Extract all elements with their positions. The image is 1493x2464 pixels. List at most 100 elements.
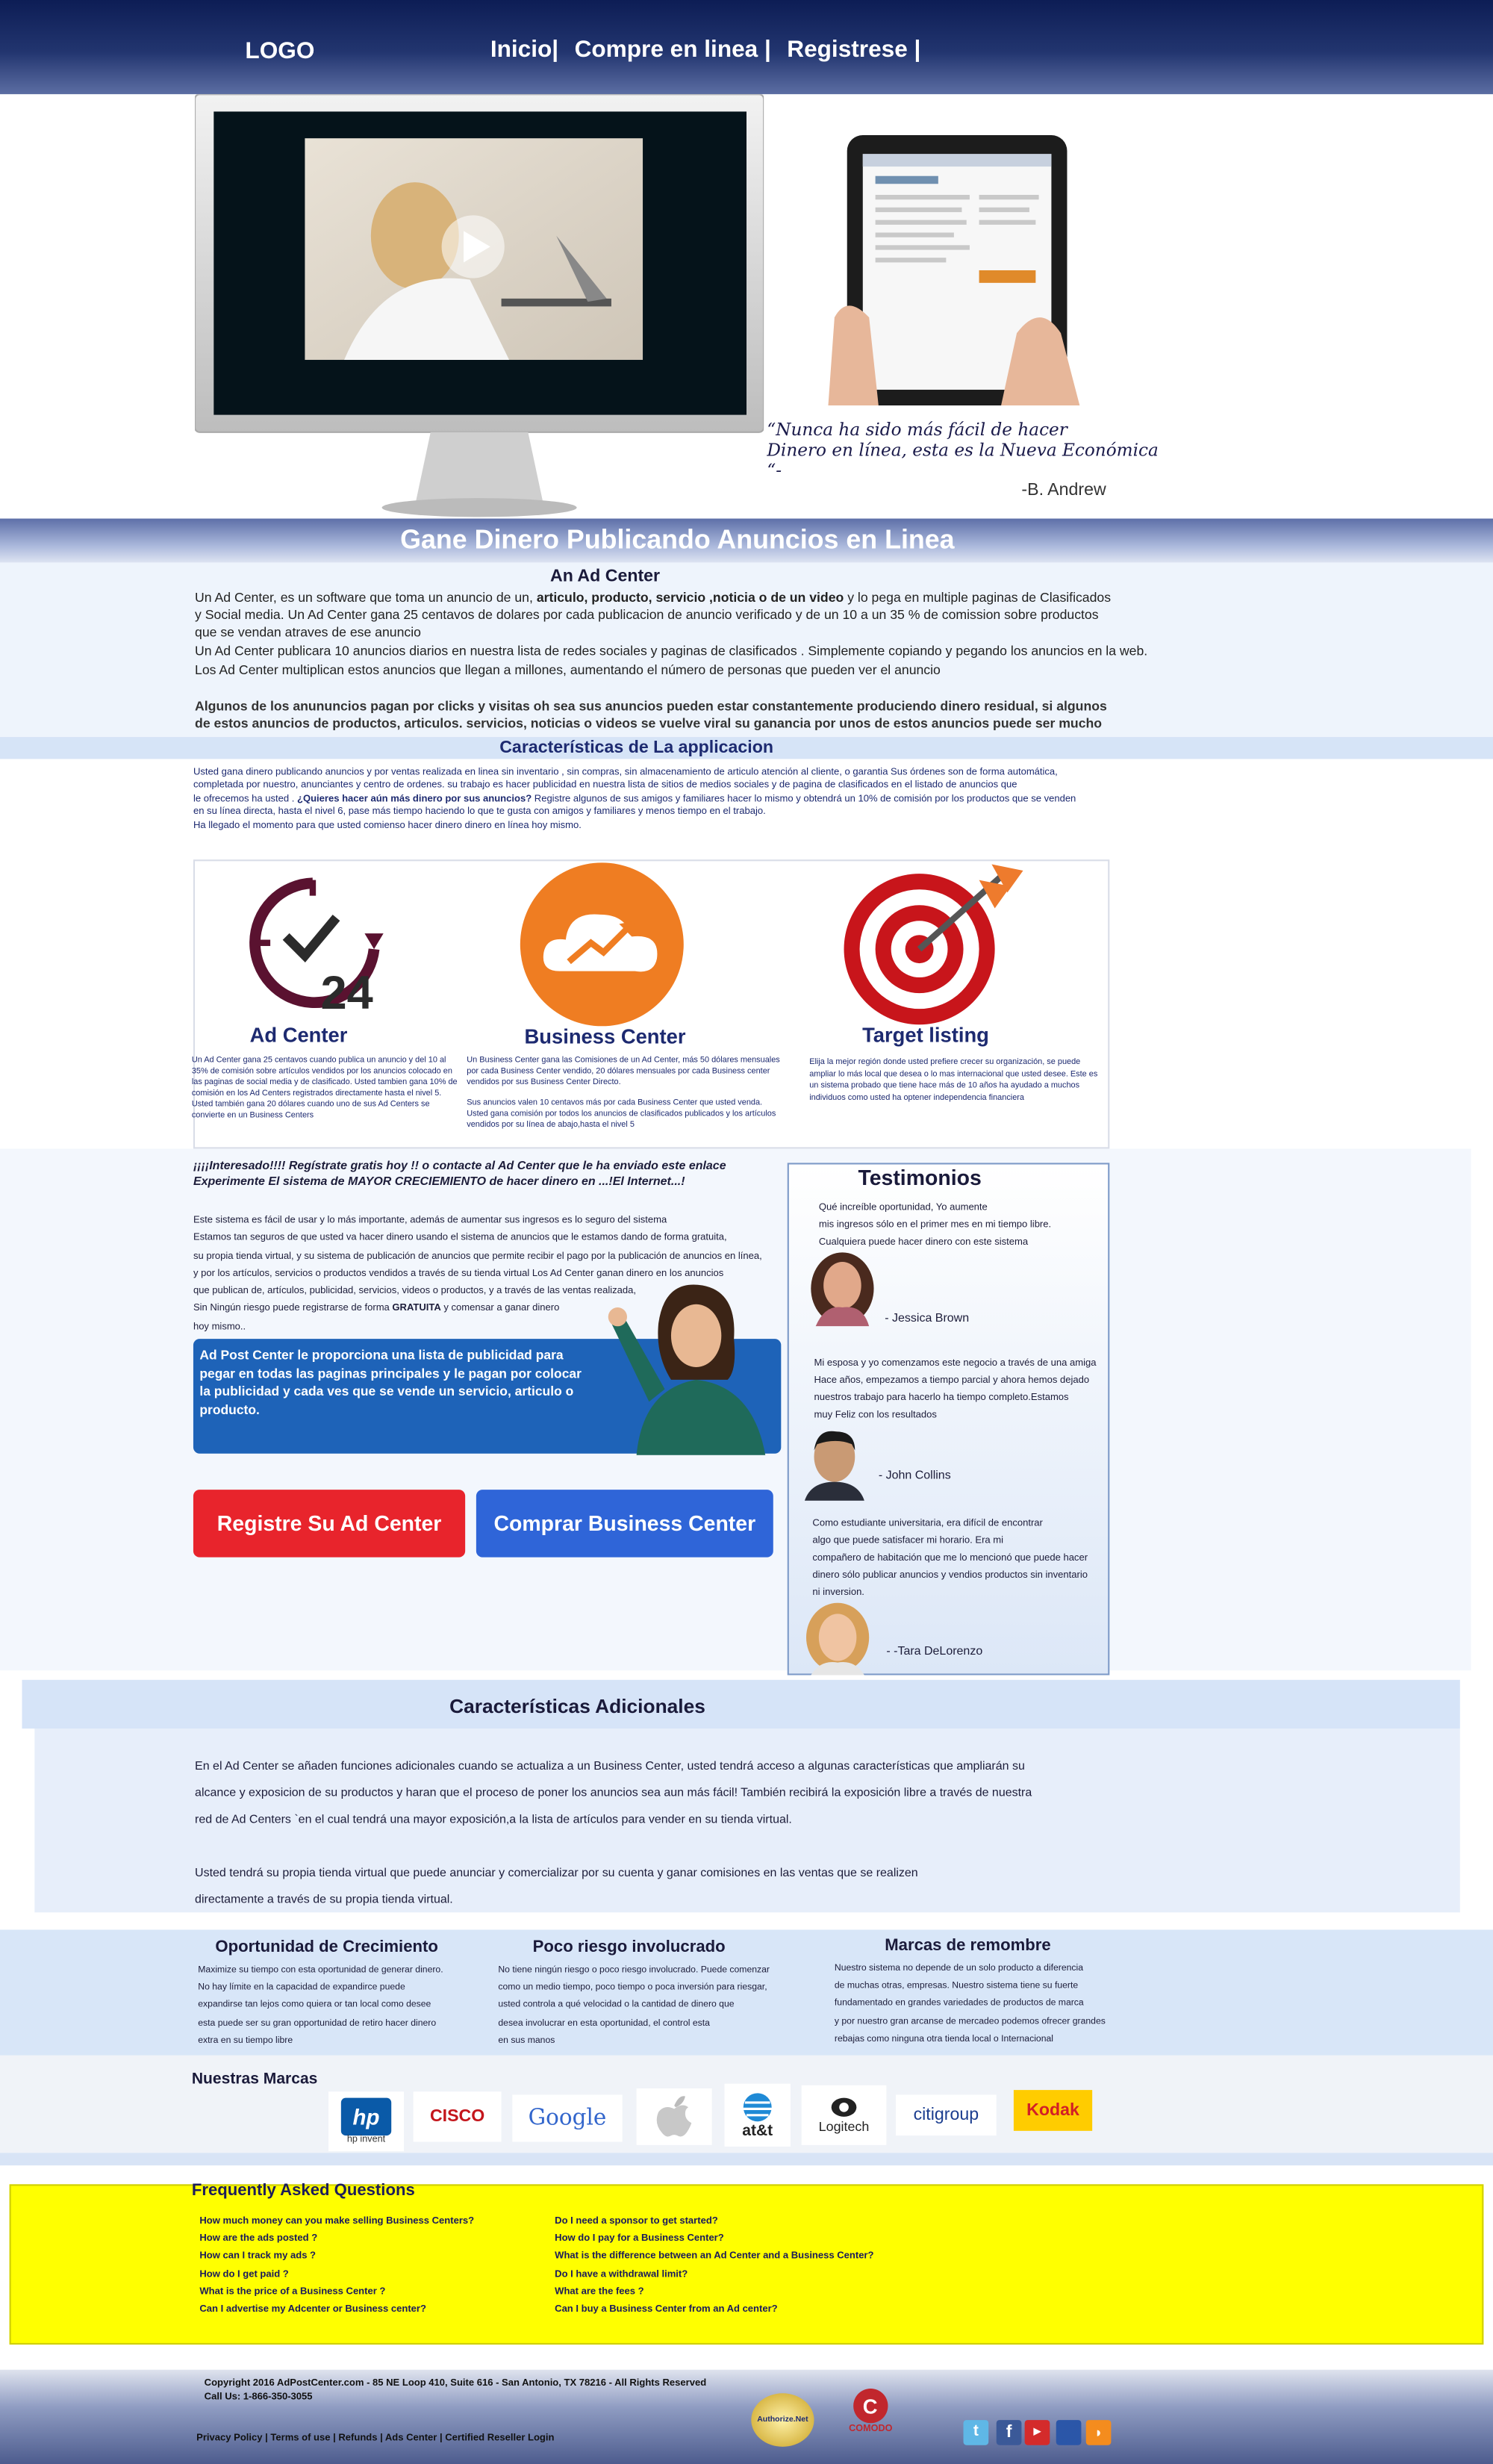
extra-heading-band — [22, 1679, 1460, 1729]
feature-text: Un Ad Center gana 25 centavos cuando pub… — [191, 1056, 458, 1099]
avatar-jessica — [811, 1252, 874, 1327]
footer-copyright: Copyright 2016 AdPostCenter.com - 85 NE … — [204, 2377, 707, 2389]
comodo-badge[interactable]: C COMODO — [835, 2387, 907, 2450]
testimonial-line: ni inversion. — [812, 1587, 864, 1599]
tablet-hands-image — [765, 97, 1099, 405]
testimonial-line: Mi esposa y yo comenzamos este negocio a… — [814, 1357, 1097, 1369]
app-line: Ha llegado el momento para que usted com… — [193, 819, 582, 831]
benefit-title-growth: Oportunidad de Crecimiento — [215, 1937, 438, 1957]
testimonial-line: Como estudiante universitaria, era difíc… — [812, 1518, 1043, 1529]
faq-item[interactable]: How can I track my ads ? — [199, 2247, 545, 2265]
extra-line: Usted tendrá su propia tienda virtual qu… — [195, 1865, 918, 1880]
nav-inicio[interactable]: Inicio| — [490, 36, 558, 63]
app-text: le ofrecemos ha usted . — [193, 793, 297, 805]
buy-business-center-button[interactable]: Comprar Business Center — [476, 1490, 773, 1558]
promo-headline-line: ¡¡¡¡Interesado!!!! Regístrate gratis hoy… — [193, 1158, 726, 1173]
faq-item[interactable]: How much money can you make selling Busi… — [199, 2212, 545, 2230]
avatar-john — [804, 1431, 864, 1501]
testimonial-line: nuestros trabajo para hacerlo ha tiempo … — [814, 1392, 1069, 1404]
benefit-line: No hay límite en la capacidad de expandi… — [198, 1983, 405, 1994]
faq-heading: Frequently Asked Questions — [191, 2181, 415, 2200]
intro-paragraph-2: Un Ad Center publicara 10 anuncios diari… — [195, 642, 1148, 659]
promo-headline: ¡¡¡¡Interesado!!!! Regístrate gratis hoy… — [193, 1158, 782, 1189]
rss-icon[interactable]: ◗ — [1085, 2420, 1112, 2445]
promo-headline-line: Experimente El sistema de MAYOR CRECIEMI… — [193, 1174, 685, 1189]
authorize-net-badge[interactable]: Authorize.Net — [751, 2393, 814, 2447]
twitter-icon[interactable]: t — [963, 2420, 989, 2445]
promo-text: y comensar a ganar dinero — [440, 1303, 560, 1315]
testimonial-text-1: Qué increíble oportunidad, Yo aumente mi… — [819, 1199, 1102, 1251]
badge-label: COMODO — [849, 2424, 893, 2435]
feature-text-ad-center: Un Ad Center gana 25 centavos cuando pub… — [192, 1056, 462, 1121]
target-icon — [844, 864, 1023, 1025]
youtube-icon[interactable]: ▶ — [1024, 2420, 1050, 2445]
app-line: Usted gana dinero publicando anuncios y … — [193, 767, 1058, 778]
extra-line: alcance y exposicion de su productos y h… — [195, 1785, 1032, 1799]
faq-item[interactable]: What is the price of a Business Center ? — [199, 2283, 545, 2301]
svg-text:24: 24 — [320, 967, 373, 1015]
benefit-line: y por nuestro gran arcanse de mercadeo p… — [834, 2017, 1106, 2027]
page-title: Gane Dinero Publicando Anuncios en Linea — [400, 524, 955, 555]
app-text: Registre algunos de sus amigos y familia… — [532, 793, 1076, 805]
benefit-line: como un medio tiempo, poco tiempo o poca… — [498, 1983, 767, 1994]
avatar-tara — [805, 1602, 870, 1676]
faq-item[interactable]: Can I advertise my Adcenter or Business … — [199, 2300, 545, 2318]
benefit-line: de muchas otras, empresas. Nuestro siste… — [834, 1982, 1079, 1991]
testimonial-text-3: Como estudiante universitaria, era difíc… — [812, 1515, 1111, 1602]
promo-line: su propia tienda virtual, y su sistema d… — [193, 1250, 762, 1262]
testimonials-heading: Testimonios — [858, 1166, 982, 1190]
promo-text: Sin Ningún riesgo puede registrarse de f… — [193, 1303, 393, 1315]
testimonial-line: muy Feliz con los resultados — [814, 1409, 937, 1421]
faq-item[interactable]: How do I get paid ? — [199, 2265, 545, 2283]
app-line: completada por nuestro, anunciantes y ce… — [193, 780, 1017, 791]
footer-phone: Call Us: 1-866-350-3055 — [204, 2392, 313, 2403]
benefit-line: desea involucrar en esta oportunidad, el… — [498, 2018, 710, 2029]
faq-item[interactable]: Can I buy a Business Center from an Ad c… — [555, 2300, 963, 2318]
promo-line: Este sistema es fácil de usar y lo más i… — [193, 1214, 667, 1226]
app-description: Usted gana dinero publicando anuncios y … — [193, 767, 1120, 833]
feature-text: Un Business Center gana las Comisiones d… — [467, 1056, 780, 1088]
brand-citigroup: citigroup — [895, 2094, 997, 2136]
woman-pointing-image — [608, 1284, 766, 1455]
nav-registrese[interactable]: Registrese | — [787, 36, 920, 63]
register-ad-center-button[interactable]: Registre Su Ad Center — [193, 1490, 466, 1558]
app-bold: ¿Quieres hacer aún más dinero por sus an… — [296, 793, 532, 805]
faq-item[interactable]: Do I have a withdrawal limit? — [555, 2265, 963, 2283]
brand-google: Google — [512, 2094, 623, 2142]
footer-links[interactable]: Privacy Policy | Terms of use | Refunds … — [196, 2433, 554, 2444]
cloud-growth-icon — [520, 862, 684, 1027]
faq-item[interactable]: What are the fees ? — [555, 2283, 963, 2301]
extra-heading: Características Adicionales — [449, 1695, 705, 1718]
feature-text-target-listing: Elija la mejor región donde usted prefie… — [809, 1057, 1098, 1104]
facebook-icon[interactable]: f — [996, 2420, 1022, 2445]
apple-icon — [656, 2096, 692, 2137]
brand-label: Logitech — [818, 2118, 870, 2135]
feature-text-business-center: Un Business Center gana las Comisiones d… — [467, 1056, 781, 1131]
nav-compre-en-linea[interactable]: Compre en linea | — [575, 36, 771, 63]
testimonial-name-1: - Jessica Brown — [885, 1310, 970, 1325]
benefit-text-growth: Maximize su tiempo con esta oportunidad … — [198, 1963, 512, 2051]
faq-item[interactable]: How do I pay for a Business Center? — [555, 2230, 963, 2248]
testimonial-line: Qué increíble oportunidad, Yo aumente — [818, 1202, 988, 1213]
svg-text:C: C — [863, 2395, 878, 2418]
app-line: le ofrecemos ha usted . ¿Quieres hacer a… — [193, 793, 1120, 806]
monitor-video-image[interactable] — [195, 94, 764, 518]
testimonial-name-2: - John Collins — [878, 1467, 951, 1482]
feature-title-business-center: Business Center — [524, 1024, 686, 1048]
benefit-line: extra en su tiempo libre — [198, 2036, 293, 2046]
quote-author: -B. Andrew — [1021, 481, 1106, 500]
faq-item[interactable]: How are the ads posted ? — [199, 2230, 545, 2248]
myspace-icon[interactable] — [1056, 2420, 1082, 2445]
extra-line: red de Ad Centers `en el cual tendrá una… — [195, 1811, 792, 1826]
testimonial-name-3: - -Tara DeLorenzo — [886, 1643, 983, 1658]
promo-line: Estamos tan seguros de que usted va hace… — [193, 1232, 727, 1244]
benefit-line: Nuestro sistema no depende de un solo pr… — [834, 1964, 1084, 1974]
logo[interactable]: LOGO — [245, 38, 314, 65]
intro-paragraph-3: Los Ad Center multiplican estos anuncios… — [195, 662, 941, 678]
benefit-title-risk: Poco riesgo involucrado — [532, 1937, 726, 1957]
faq-item[interactable]: What is the difference between an Ad Cen… — [555, 2247, 963, 2265]
feature-text: Sus anuncios valen 10 centavos más por c… — [467, 1098, 776, 1130]
extra-text: En el Ad Center se añaden funciones adic… — [195, 1752, 1452, 1913]
faq-item[interactable]: Do I need a sponsor to get started? — [555, 2212, 963, 2230]
testimonial-text-2: Mi esposa y yo comenzamos este negocio a… — [814, 1354, 1113, 1424]
